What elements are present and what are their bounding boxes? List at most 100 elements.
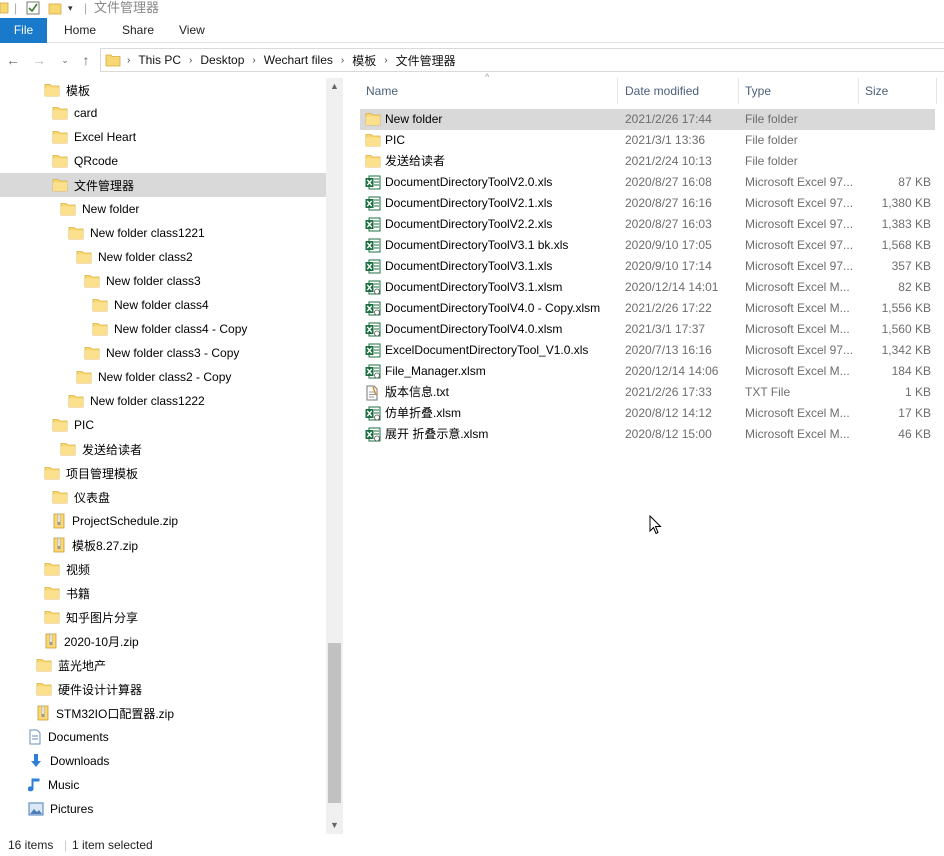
nav-tree-item[interactable]: STM32IO口配置器.zip [0, 701, 326, 725]
nav-tree-item[interactable]: New folder class4 - Copy [0, 317, 326, 341]
file-row[interactable]: DocumentDirectoryToolV4.0 - Copy.xlsm 202… [360, 298, 935, 319]
column-header-size[interactable]: Size [859, 78, 937, 104]
scrollbar-thumb[interactable] [328, 643, 341, 803]
status-bar: 16 items | 1 item selected [0, 834, 944, 856]
navigation-pane-scrollbar[interactable]: ▲ ▼ [326, 78, 343, 834]
tab-share[interactable]: Share [122, 18, 154, 43]
folder-icon [44, 562, 60, 576]
file-row[interactable]: DocumentDirectoryToolV2.1.xls 2020/8/27 1… [360, 193, 935, 214]
file-row[interactable]: 版本信息.txt 2021/2/26 17:33 TXT File 1 KB [360, 382, 935, 403]
file-row[interactable]: DocumentDirectoryToolV2.2.xls 2020/8/27 1… [360, 214, 935, 235]
nav-tree-item[interactable]: 硬件设计计算器 [0, 677, 326, 701]
customize-quick-access-icon[interactable]: ▾ [68, 0, 73, 16]
scroll-down-arrow-icon[interactable]: ▼ [326, 817, 343, 834]
nav-tree-item[interactable]: 仪表盘 [0, 485, 326, 509]
breadcrumb-wechart-files[interactable]: Wechart files [258, 53, 339, 67]
excel-icon [365, 217, 381, 232]
nav-tree-item[interactable]: 模板8.27.zip [0, 533, 326, 557]
file-row[interactable]: DocumentDirectoryToolV3.1.xls 2020/9/10 1… [360, 256, 935, 277]
nav-tree-item[interactable]: Pictures [0, 797, 326, 821]
nav-tree-item-label: 模板8.27.zip [72, 538, 139, 553]
properties-icon[interactable] [26, 0, 40, 16]
nav-tree-item[interactable]: 项目管理模板 [0, 461, 326, 485]
nav-tree-item[interactable]: Downloads [0, 749, 326, 773]
nav-tree-item-label: New folder class4 [114, 298, 209, 312]
nav-tree-item-label: New folder class3 [106, 274, 201, 288]
nav-tree-item[interactable]: 发送给读者 [0, 437, 326, 461]
column-header-name[interactable]: Name [360, 78, 618, 104]
column-header-date-modified[interactable]: Date modified [619, 78, 739, 104]
breadcrumb-desktop[interactable]: Desktop [194, 53, 250, 67]
file-row[interactable]: DocumentDirectoryToolV2.0.xls 2020/8/27 1… [360, 172, 935, 193]
breadcrumb-chevron-icon[interactable]: › [382, 55, 389, 66]
tab-home[interactable]: Home [64, 18, 96, 43]
file-name: New folder [385, 112, 443, 126]
scroll-up-arrow-icon[interactable]: ▲ [326, 78, 343, 95]
nav-tree-item[interactable]: 文件管理器 [0, 173, 326, 197]
nav-tree-item[interactable]: 视频 [0, 557, 326, 581]
nav-tree-item[interactable]: 模板 [0, 78, 326, 102]
nav-tree-item-label: STM32IO口配置器.zip [56, 706, 175, 721]
breadcrumb-template[interactable]: 模板 [346, 52, 382, 69]
nav-tree-item[interactable]: Excel Heart [0, 125, 326, 149]
file-row[interactable]: 展开 折叠示意.xlsm 2020/8/12 15:00 Microsoft Exc… [360, 424, 935, 445]
file-size: 1,342 KB [881, 343, 931, 357]
nav-tree-item-label: New folder class2 [98, 250, 193, 264]
file-row[interactable]: DocumentDirectoryToolV3.1 bk.xls 2020/9/1… [360, 235, 935, 256]
file-type: File folder [745, 154, 798, 168]
nav-tree-item[interactable]: New folder class3 - Copy [0, 341, 326, 365]
forward-arrow-icon[interactable]: → [30, 50, 48, 70]
nav-tree-item[interactable]: New folder class1222 [0, 389, 326, 413]
nav-tree-item[interactable]: ProjectSchedule.zip [0, 509, 326, 533]
nav-tree-item-label: New folder class2 - Copy [98, 370, 232, 384]
nav-tree-item[interactable]: Documents [0, 725, 326, 749]
file-row[interactable]: New folder 2021/2/26 17:44 File folder [360, 109, 935, 130]
breadcrumb-chevron-icon[interactable]: › [250, 55, 257, 66]
music-icon [28, 777, 42, 793]
nav-tree-item-label: card [74, 106, 98, 120]
file-type: Microsoft Excel M... [745, 322, 850, 336]
back-arrow-icon[interactable]: ← [4, 50, 22, 70]
nav-tree-item[interactable]: PIC [0, 413, 326, 437]
nav-tree-item[interactable]: New folder class3 [0, 269, 326, 293]
file-name: DocumentDirectoryToolV3.1.xlsm [385, 280, 563, 294]
nav-tree-item[interactable]: New folder class2 [0, 245, 326, 269]
address-bar[interactable]: › This PC › Desktop › Wechart files › 模板… [100, 48, 944, 72]
file-row[interactable]: DocumentDirectoryToolV3.1.xlsm 2020/12/14… [360, 277, 935, 298]
nav-tree-item[interactable]: 蓝光地产 [0, 653, 326, 677]
separator: | [64, 838, 68, 852]
nav-tree-item[interactable]: Music [0, 773, 326, 797]
tab-file[interactable]: File [0, 18, 47, 43]
breadcrumb-this-pc[interactable]: This PC [132, 53, 187, 67]
nav-tree-item[interactable]: New folder class4 [0, 293, 326, 317]
nav-tree-item[interactable]: New folder [0, 197, 326, 221]
nav-tree-item[interactable]: QRcode [0, 149, 326, 173]
file-row[interactable]: PIC 2021/3/1 13:36 File folder [360, 130, 935, 151]
file-type: Microsoft Excel 97... [745, 175, 854, 189]
zip-icon [36, 705, 50, 721]
separator: | [84, 1, 88, 15]
nav-tree-item[interactable]: New folder class1221 [0, 221, 326, 245]
nav-tree-item[interactable]: 知乎图片分享 [0, 605, 326, 629]
nav-tree-item[interactable]: 书籍 [0, 581, 326, 605]
nav-tree-item[interactable]: 2020-10月.zip [0, 629, 326, 653]
up-arrow-icon[interactable]: ↑ [77, 50, 95, 70]
file-size [865, 151, 931, 172]
file-row[interactable]: 仿单折叠.xlsm 2020/8/12 14:12 Microsoft Excel … [360, 403, 935, 424]
file-row[interactable]: File_Manager.xlsm 2020/12/14 14:06 Microso… [360, 361, 935, 382]
new-folder-icon[interactable] [48, 0, 62, 16]
column-header-type[interactable]: Type [739, 78, 859, 104]
recent-locations-chevron-icon[interactable]: ⌄ [58, 50, 72, 70]
file-row[interactable]: 发送给读者 2021/2/24 10:13 File folder [360, 151, 935, 172]
window-title: 文件管理器 [94, 0, 160, 15]
nav-tree-item[interactable]: card [0, 101, 326, 125]
file-row[interactable]: ExcelDocumentDirectoryTool_V1.0.xls 2020/… [360, 340, 935, 361]
nav-tree-item[interactable]: New folder class2 - Copy [0, 365, 326, 389]
breadcrumb-chevron-icon[interactable]: › [125, 55, 132, 66]
tab-view[interactable]: View [179, 18, 205, 43]
breadcrumb-file-manager[interactable]: 文件管理器 [390, 52, 462, 69]
breadcrumb-chevron-icon[interactable]: › [339, 55, 346, 66]
breadcrumb-chevron-icon[interactable]: › [187, 55, 194, 66]
file-row[interactable]: DocumentDirectoryToolV4.0.xlsm 2021/3/1 1… [360, 319, 935, 340]
file-size: 17 KB [898, 406, 931, 420]
